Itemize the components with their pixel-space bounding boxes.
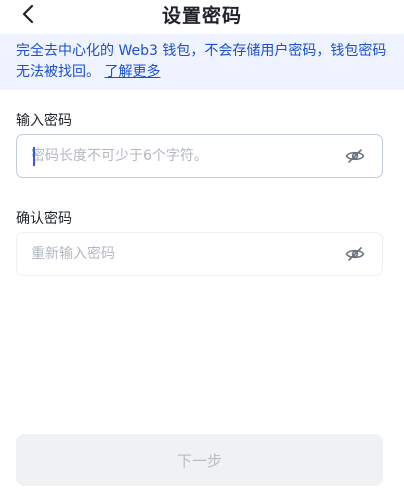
text-caret xyxy=(33,147,35,166)
confirm-password-label: 确认密码 xyxy=(16,211,72,227)
app-header: 设置密码 xyxy=(0,0,404,30)
info-banner: 完全去中心化的 Web3 钱包，不会存储用户密码，钱包密码无法被找回。 了解更多 xyxy=(0,34,404,90)
confirm-password-input[interactable] xyxy=(31,233,331,275)
learn-more-link[interactable]: 了解更多 xyxy=(104,64,160,80)
eye-off-icon xyxy=(345,247,365,261)
eye-off-icon xyxy=(345,149,365,163)
password-field[interactable] xyxy=(16,134,383,178)
confirm-visibility-toggle[interactable] xyxy=(344,244,366,264)
password-input[interactable] xyxy=(31,135,331,177)
next-button[interactable]: 下一步 xyxy=(16,434,383,486)
password-label: 输入密码 xyxy=(16,113,72,129)
password-visibility-toggle[interactable] xyxy=(344,146,366,166)
confirm-password-field[interactable] xyxy=(16,232,383,276)
page-title: 设置密码 xyxy=(161,5,242,27)
info-banner-text: 完全去中心化的 Web3 钱包，不会存储用户密码，钱包密码无法被找回。 xyxy=(16,43,387,80)
